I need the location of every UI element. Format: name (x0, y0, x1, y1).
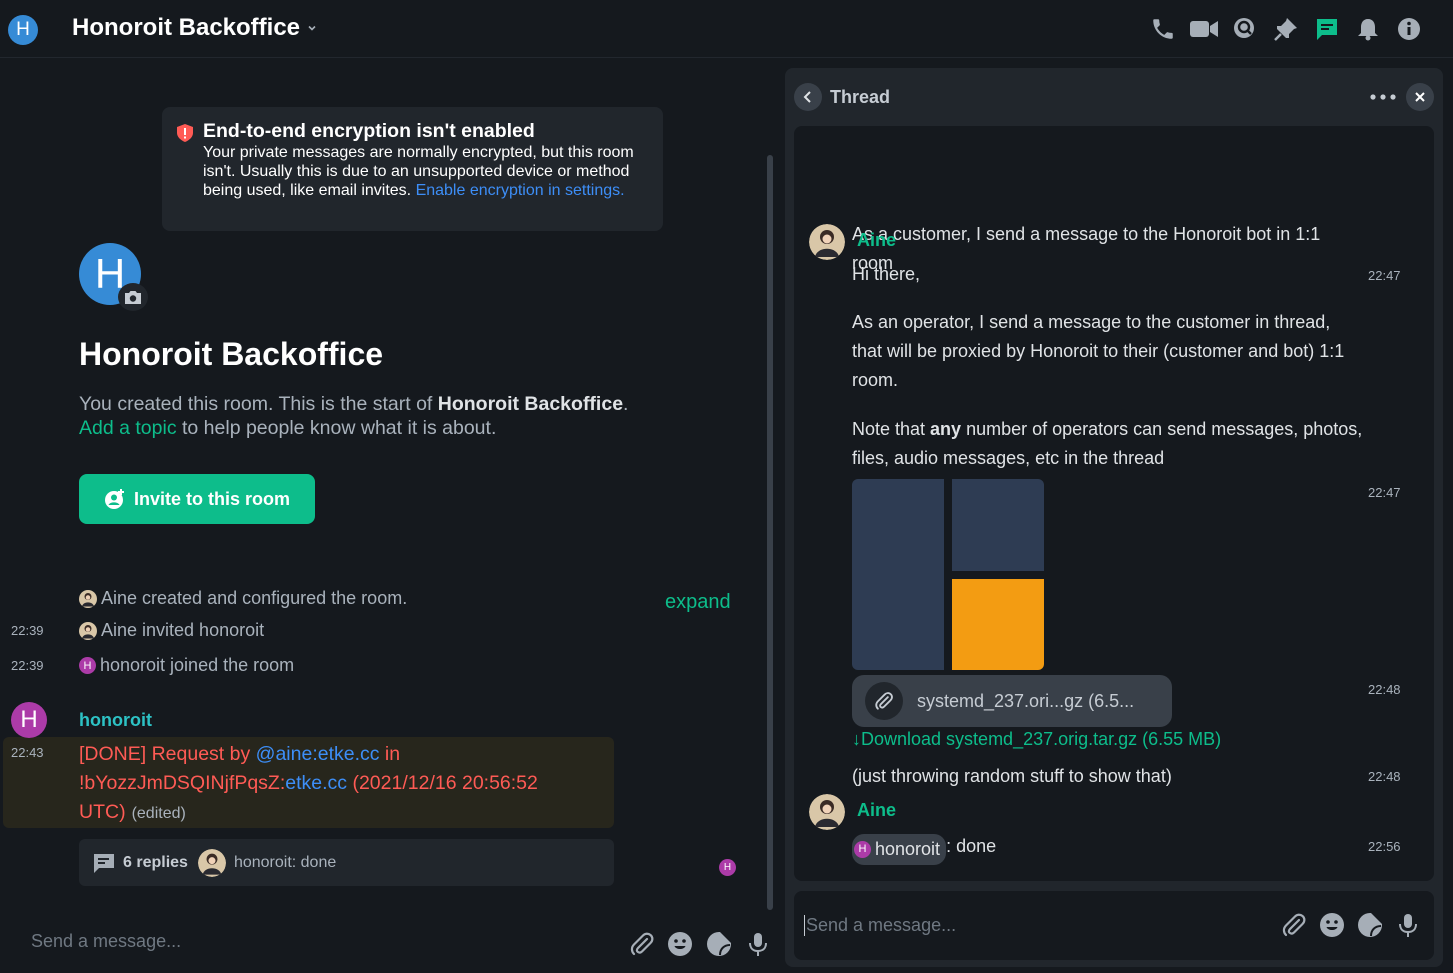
thread-timeline: As a customer, I send a message to the H… (794, 126, 1434, 881)
file-attachment[interactable]: systemd_237.ori...gz (6.5... (852, 675, 1172, 727)
sender-name[interactable]: Aine (857, 800, 896, 821)
search-icon[interactable] (1232, 16, 1258, 42)
avatar: H (79, 657, 96, 674)
avatar (79, 589, 97, 608)
timestamp: 22:39 (11, 623, 44, 638)
emoji-icon[interactable] (1319, 912, 1345, 938)
thread-panel: Thread As a customer, I send a message t… (785, 68, 1443, 967)
room-header: H Honoroit Backoffice (0, 0, 1453, 58)
thread-message-input[interactable]: Send a message... (804, 915, 956, 936)
timestamp: 22:47 (1368, 268, 1401, 283)
thread-composer: Send a message... (794, 891, 1434, 960)
microphone-icon[interactable] (1395, 912, 1421, 938)
message-body: Hi there, (852, 264, 921, 284)
thread-title: Thread (830, 87, 891, 107)
thread-reply-count: 6 replies (123, 853, 188, 871)
close-button[interactable] (1406, 83, 1434, 111)
emoji-icon[interactable] (667, 931, 693, 957)
encryption-notice: End-to-end encryption isn't enabled Your… (162, 107, 663, 231)
encryption-notice-title: End-to-end encryption isn't enabled (203, 120, 535, 142)
info-icon[interactable] (1396, 16, 1422, 42)
chevron-down-icon (308, 25, 316, 31)
message-body: As an operator, I send a message to the … (852, 312, 1345, 390)
read-receipt[interactable]: H (719, 859, 736, 876)
timestamp: 22:48 (1368, 769, 1401, 784)
back-button[interactable] (794, 83, 822, 111)
avatar[interactable] (809, 794, 845, 830)
edited-label[interactable]: (edited) (132, 805, 186, 822)
message-body: As a customer, I send a message to the H… (852, 224, 1321, 273)
message-body: Note that any number of operators can se… (852, 419, 1363, 468)
more-options-icon[interactable] (1370, 87, 1396, 107)
message-body: Hhonoroit: done (852, 832, 996, 865)
encryption-notice-body: Your private messages are normally encry… (203, 144, 634, 199)
phone-icon[interactable] (1150, 16, 1176, 42)
sender-name[interactable]: honoroit (79, 710, 152, 731)
room-name-button[interactable]: Honoroit Backoffice (72, 14, 318, 42)
sender-name[interactable]: Aine (857, 230, 896, 251)
avatar: H (854, 841, 871, 858)
message-body: [DONE] Request by @aine:etke.cc in !bYoz… (79, 743, 538, 823)
event-row: H honoroit joined the room (79, 655, 294, 676)
timestamp: 22:43 (11, 745, 44, 760)
close-icon (1415, 92, 1425, 102)
timestamp: 22:39 (11, 658, 44, 673)
camera-icon[interactable] (118, 283, 148, 311)
timestamp: 22:47 (1368, 485, 1401, 500)
room-avatar[interactable]: H (8, 15, 38, 45)
intro-title: Honoroit Backoffice (79, 336, 384, 372)
sticker-icon[interactable] (1357, 912, 1383, 938)
add-person-icon (104, 489, 124, 509)
user-link[interactable]: @aine:etke.cc (256, 743, 380, 765)
attachment-icon[interactable] (1281, 912, 1307, 938)
file-name: systemd_237.ori...gz (6.5... (917, 690, 1135, 711)
attachment-icon[interactable] (629, 931, 655, 957)
microphone-icon[interactable] (745, 931, 771, 957)
thread-last-message: honoroit: done (233, 853, 337, 871)
event-row: Aine invited honoroit (79, 620, 264, 641)
video-icon[interactable] (1189, 16, 1219, 42)
message-input[interactable]: Send a message... (31, 931, 181, 952)
download-link[interactable]: ↓Download systemd_237.orig.tar.gz (6.55 … (852, 729, 1221, 750)
scrollbar[interactable] (767, 155, 773, 910)
avatar[interactable]: H (11, 702, 47, 738)
invite-button[interactable]: Invite to this room (79, 474, 315, 524)
image-preview[interactable] (852, 479, 1044, 670)
enable-encryption-link[interactable]: Enable encryption in settings. (416, 182, 625, 199)
message-body: (just throwing random stuff to show that… (852, 766, 1172, 786)
threads-icon[interactable] (1314, 16, 1340, 42)
chevron-left-icon (803, 91, 811, 103)
add-topic-link[interactable]: Add a topic (79, 417, 177, 439)
event-row: Aine created and configured the room. (79, 588, 407, 609)
thread-summary[interactable]: 6 replies honoroit: done (79, 839, 614, 886)
avatar (79, 621, 97, 640)
avatar[interactable] (809, 224, 845, 260)
timestamp: 22:48 (1368, 682, 1401, 697)
shield-warning-icon (177, 124, 193, 142)
avatar (197, 848, 226, 877)
thread-icon (93, 852, 115, 874)
pin-icon[interactable] (1273, 16, 1299, 42)
sticker-icon[interactable] (706, 931, 732, 957)
bell-icon[interactable] (1355, 16, 1381, 42)
room-name: Honoroit Backoffice (72, 14, 301, 41)
expand-link[interactable]: expand (665, 591, 731, 614)
user-mention-pill[interactable]: Hhonoroit (852, 834, 947, 865)
intro-text: You created this room. This is the start… (79, 393, 629, 439)
paperclip-icon (865, 682, 903, 720)
server-link[interactable]: etke.cc (285, 772, 347, 794)
timestamp: 22:56 (1368, 839, 1401, 854)
